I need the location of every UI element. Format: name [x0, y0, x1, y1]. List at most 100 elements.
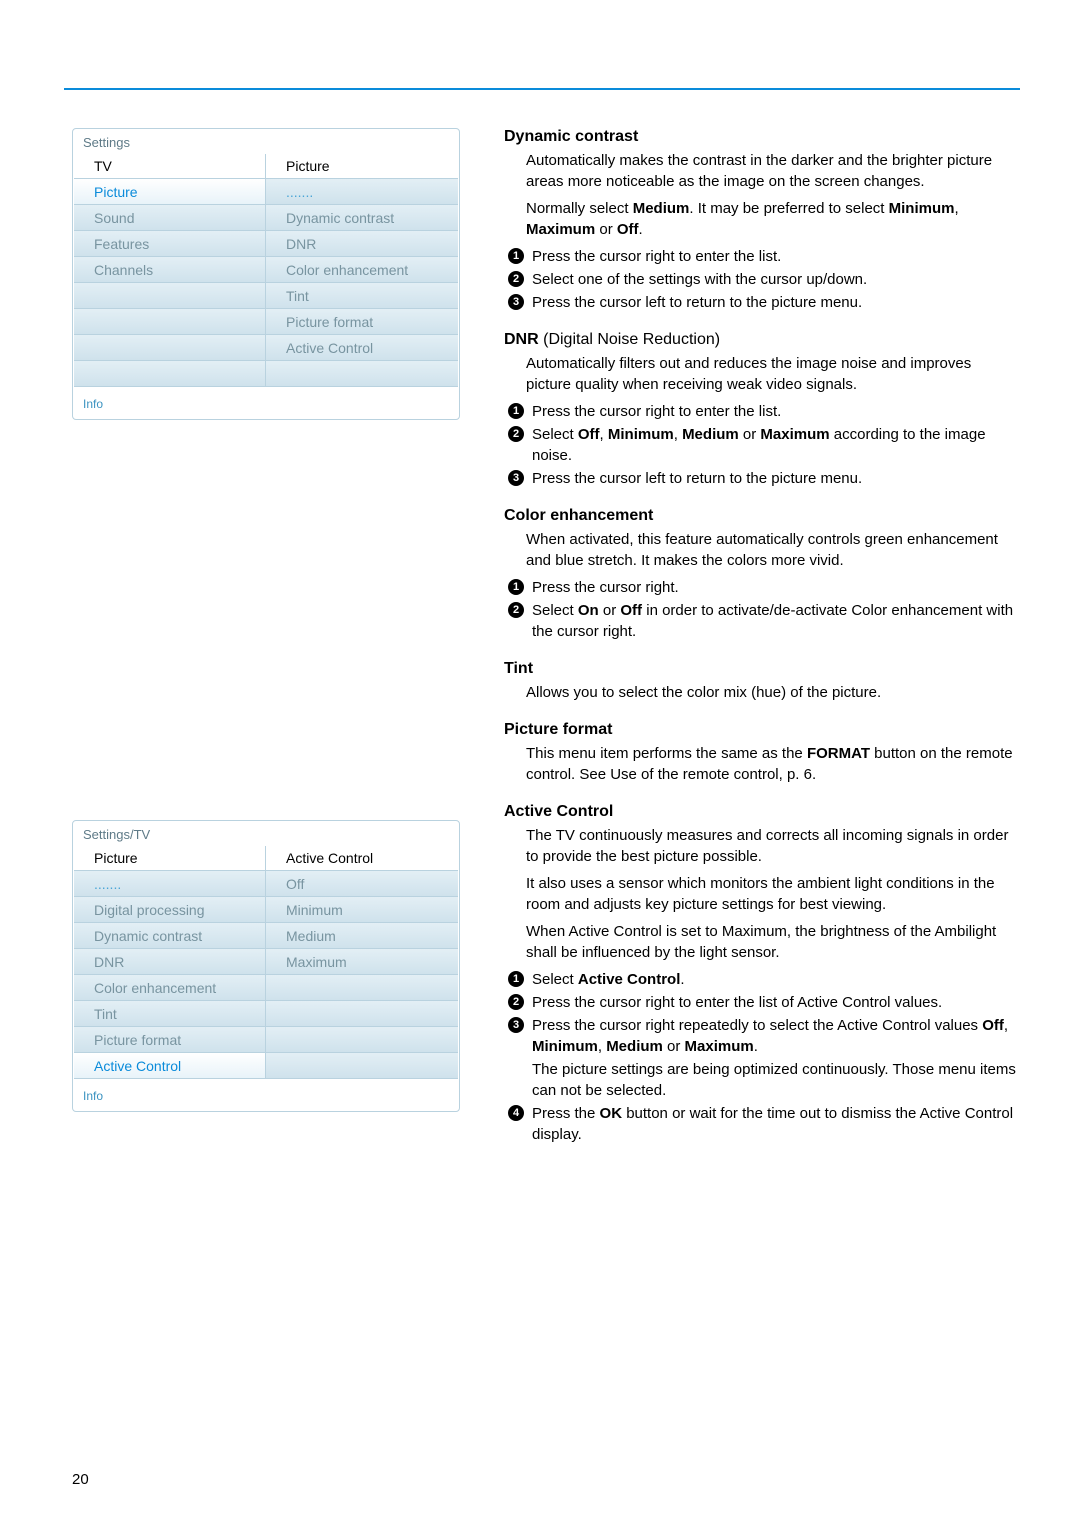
text: . — [754, 1038, 758, 1055]
body-text: Automatically makes the contrast in the … — [504, 150, 1020, 192]
panel1-right-item[interactable]: Dynamic contrast — [266, 205, 458, 231]
text: , — [674, 426, 682, 443]
step-text: Press the cursor left to return to the p… — [532, 292, 1020, 313]
bold-text: DNR — [504, 331, 543, 348]
text: This menu item performs the same as the — [526, 745, 807, 762]
panel1-left-half: TV Picture Sound Features Channels — [74, 154, 266, 387]
bold-text: Medium — [633, 200, 690, 217]
panel2-left-item[interactable]: Digital processing — [74, 897, 265, 923]
panel2-body: Picture ....... Digital processing Dynam… — [73, 846, 459, 1079]
bold-text: Medium — [606, 1038, 663, 1055]
body-text: Automatically filters out and reduces th… — [504, 353, 1020, 395]
section-picture-format: Picture format This menu item performs t… — [504, 721, 1020, 785]
bold-text: Maximum — [760, 426, 829, 443]
bold-text: Off — [617, 221, 639, 238]
step-number-icon: 2 — [508, 994, 524, 1010]
step-text: Select On or Off in order to activate/de… — [532, 600, 1020, 642]
panel2-left-item[interactable]: DNR — [74, 949, 265, 975]
panel1-body: TV Picture Sound Features Channels Pictu… — [73, 154, 459, 387]
panel1-right-item[interactable]: Tint — [266, 283, 458, 309]
text: Normally select — [526, 200, 633, 217]
panel2-right-half: Active Control Off Minimum Medium Maximu… — [266, 846, 458, 1079]
step-text: Press the cursor right. — [532, 577, 1020, 598]
step: 2Press the cursor right to enter the lis… — [504, 992, 1020, 1013]
panel1-left-item[interactable]: Features — [74, 231, 265, 257]
step-text: Press the cursor right to enter the list… — [532, 246, 1020, 267]
text: , — [600, 426, 608, 443]
panel2-left-item[interactable]: Dynamic contrast — [74, 923, 265, 949]
step-number-icon: 2 — [508, 271, 524, 287]
panel1-left-item[interactable]: Sound — [74, 205, 265, 231]
panel1-left-item — [74, 361, 265, 387]
panel1-left-item — [74, 283, 265, 309]
step-text: Press the cursor right repeatedly to sel… — [532, 1015, 1020, 1057]
bold-text: Medium — [682, 426, 739, 443]
body-text: It also uses a sensor which monitors the… — [504, 873, 1020, 915]
step-list: 1Press the cursor right to enter the lis… — [504, 401, 1020, 489]
body-text: This menu item performs the same as the … — [504, 743, 1020, 785]
bold-text: FORMAT — [807, 745, 870, 762]
step-text: Select Active Control. — [532, 969, 1020, 990]
step-number-icon: 3 — [508, 470, 524, 486]
panel2-left-item[interactable]: Color enhancement — [74, 975, 265, 1001]
text: Press the cursor right repeatedly to sel… — [532, 1017, 982, 1034]
panel1-left-item — [74, 335, 265, 361]
panel2-right-item — [266, 975, 458, 1001]
text: , — [598, 1038, 606, 1055]
panel2-left-item[interactable]: ....... — [74, 871, 265, 897]
panel2-left-item[interactable]: Active Control — [74, 1053, 265, 1079]
heading-color-enhancement: Color enhancement — [504, 507, 1020, 525]
panel1-right-item[interactable]: Picture format — [266, 309, 458, 335]
heading-active-control: Active Control — [504, 803, 1020, 821]
step-number-icon: 1 — [508, 579, 524, 595]
body-text: The TV continuously measures and correct… — [504, 825, 1020, 867]
panel2-right-item[interactable]: Minimum — [266, 897, 458, 923]
text: Press the — [532, 1105, 600, 1122]
bold-text: Off — [620, 602, 642, 619]
heading-dnr: DNR (Digital Noise Reduction) — [504, 331, 1020, 349]
panel1-right-item[interactable]: Active Control — [266, 335, 458, 361]
heading-dynamic-contrast: Dynamic contrast — [504, 128, 1020, 146]
step: 1Press the cursor right to enter the lis… — [504, 401, 1020, 422]
panel1-left-head: TV — [74, 154, 265, 179]
panel2-left-item[interactable]: Picture format — [74, 1027, 265, 1053]
text: Select — [532, 971, 578, 988]
panel1-title: Settings — [73, 129, 459, 154]
text: , — [1004, 1017, 1008, 1034]
panel-spacer — [72, 460, 460, 820]
panel1-right-item[interactable]: ....... — [266, 179, 458, 205]
panel2-right-item — [266, 1001, 458, 1027]
text: or — [595, 221, 617, 238]
step: 1Select Active Control. — [504, 969, 1020, 990]
panel2-right-item[interactable]: Maximum — [266, 949, 458, 975]
panel2-left-half: Picture ....... Digital processing Dynam… — [74, 846, 266, 1079]
bold-text: Minimum — [608, 426, 674, 443]
panel1-left-item[interactable]: Channels — [74, 257, 265, 283]
text: . — [680, 971, 684, 988]
panel1-right-head: Picture — [266, 154, 458, 179]
step-number-icon: 4 — [508, 1105, 524, 1121]
step: 2Select On or Off in order to activate/d… — [504, 600, 1020, 642]
panel1-right-item[interactable]: DNR — [266, 231, 458, 257]
step: 3 Press the cursor right repeatedly to se… — [504, 1015, 1020, 1057]
panel2-right-item[interactable]: Medium — [266, 923, 458, 949]
body-text: When Active Control is set to Maximum, t… — [504, 921, 1020, 963]
panel2-right-head: Active Control — [266, 846, 458, 871]
step-number-icon: 3 — [508, 1017, 524, 1033]
panel1-left-item — [74, 309, 265, 335]
panel1-left-item[interactable]: Picture — [74, 179, 265, 205]
panel1-footer: Info — [73, 387, 459, 419]
panel2-left-item[interactable]: Tint — [74, 1001, 265, 1027]
panel2-right-item[interactable]: Off — [266, 871, 458, 897]
step-text: Press the cursor right to enter the list… — [532, 401, 1020, 422]
text: (Digital Noise Reduction) — [543, 331, 720, 348]
panel1-right-item[interactable]: Color enhancement — [266, 257, 458, 283]
step-number-icon: 2 — [508, 426, 524, 442]
step: 2Select Off, Minimum, Medium or Maximum … — [504, 424, 1020, 466]
panel2-right-item — [266, 1053, 458, 1079]
section-dynamic-contrast: Dynamic contrast Automatically makes the… — [504, 128, 1020, 313]
text: . — [639, 221, 643, 238]
step: 2Select one of the settings with the cur… — [504, 269, 1020, 290]
section-dnr: DNR (Digital Noise Reduction) Automatica… — [504, 331, 1020, 489]
step-text: Press the cursor left to return to the p… — [532, 468, 1020, 489]
